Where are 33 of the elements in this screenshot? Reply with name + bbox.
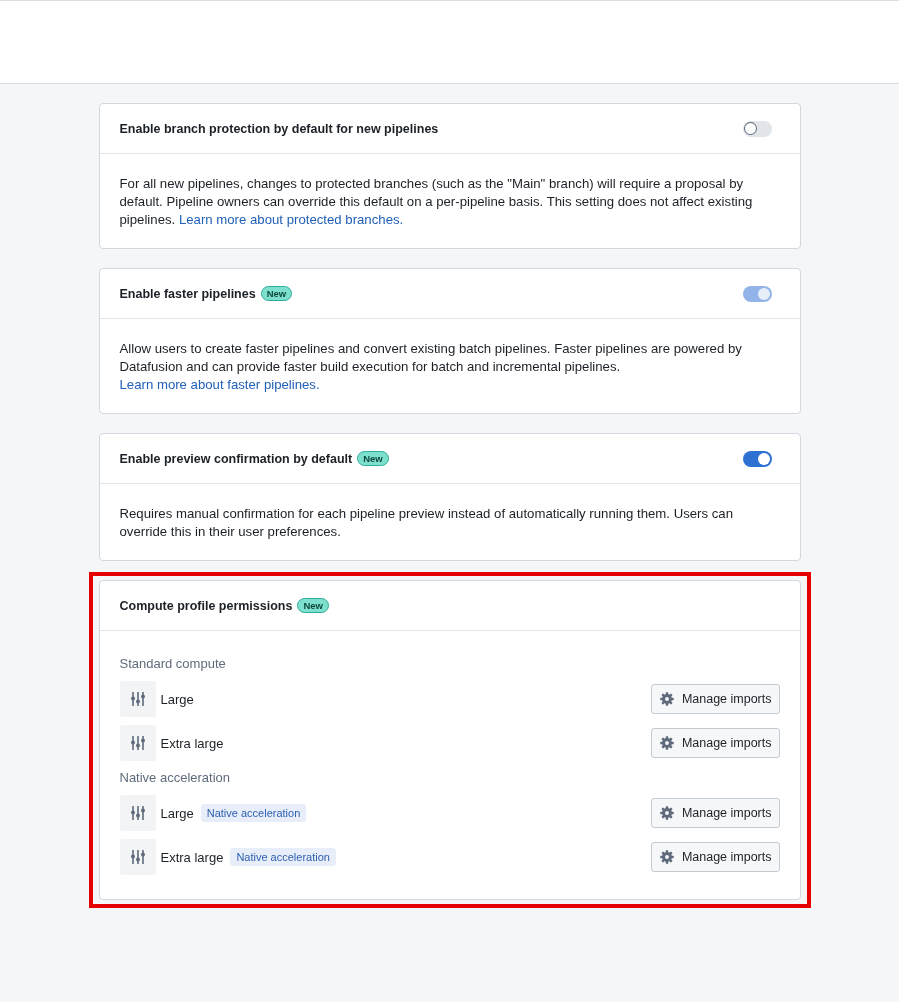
profile-tag: Native acceleration	[200, 804, 307, 822]
compute-title: Compute profile permissions	[119, 598, 293, 613]
profile-name: Extra large	[160, 849, 224, 865]
manage-imports-button[interactable]: Manage imports	[650, 798, 780, 828]
setting-description: Allow users to create faster pipelines and convert existing batch pipelines. Faster pipelines are powered by Datafusion and can provide faster build execution for batch and incremental pipelines. Learn more about faster pipelines.	[119, 340, 743, 394]
new-badge: New	[357, 451, 389, 466]
group-label: Standard compute	[119, 655, 227, 673]
gear-icon	[659, 850, 674, 864]
profile-tag: Native acceleration	[230, 848, 336, 866]
gear-icon	[659, 692, 674, 706]
new-badge: New	[260, 286, 293, 301]
profile-name: Extra large	[160, 735, 224, 751]
sliders-icon	[119, 681, 156, 717]
setting-title: Enable faster pipelines	[119, 286, 256, 301]
setting-title: Enable branch protection by default for new pipelines	[119, 121, 439, 136]
profile-name: Large	[160, 691, 194, 707]
manage-imports-button[interactable]: Manage imports	[650, 684, 780, 714]
sliders-icon	[119, 725, 156, 761]
learn-more-link[interactable]: Learn more about protected branches.	[178, 212, 404, 227]
setting-title: Enable preview confirmation by default	[119, 451, 353, 466]
profile-name: Large	[160, 805, 194, 821]
gear-icon	[659, 806, 674, 820]
sliders-icon	[119, 839, 156, 875]
group-label: Native acceleration	[119, 769, 232, 787]
manage-imports-button[interactable]: Manage imports	[650, 842, 780, 872]
setting-description: Requires manual confirmation for each pipeline preview instead of automatically running them. Users can override this in their user preferences.	[119, 505, 735, 541]
toggle-switch[interactable]	[742, 120, 772, 137]
setting-description: For all new pipelines, changes to protected branches (such as the "Main" branch) will require a proposal by default. Pipeline owners can override this default on a per-pipeline basis. This setting does not affect existing pipelines. Learn more about protected branches.	[119, 175, 754, 229]
sliders-icon	[119, 795, 156, 831]
new-badge: New	[297, 598, 329, 613]
manage-imports-button[interactable]: Manage imports	[650, 728, 780, 758]
toggle-switch[interactable]	[742, 450, 772, 467]
gear-icon	[659, 736, 674, 750]
